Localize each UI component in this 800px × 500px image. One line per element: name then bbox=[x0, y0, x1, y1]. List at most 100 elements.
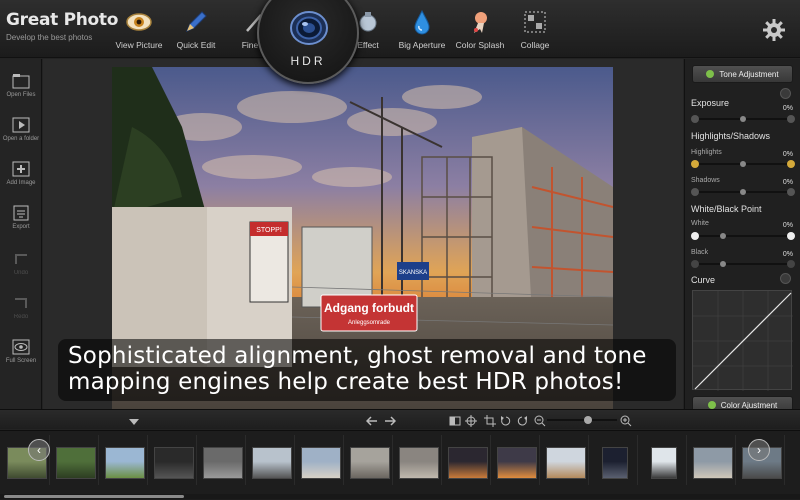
black-value: 0% bbox=[782, 251, 793, 258]
thumbnail-image bbox=[693, 447, 733, 479]
add-image-icon bbox=[12, 161, 30, 177]
highlights-label: Highlights bbox=[691, 149, 722, 156]
tool-label: Big Aperture bbox=[398, 40, 446, 50]
shadows-label: Shadows bbox=[691, 177, 720, 184]
filmstrip-scrollbar[interactable] bbox=[0, 494, 800, 499]
tool-big-aperture[interactable]: Big Aperture bbox=[390, 8, 454, 50]
filmstrip-thumbnail[interactable] bbox=[592, 435, 638, 485]
zoom-slider-knob[interactable] bbox=[584, 416, 593, 424]
chevron-left-icon: ‹ bbox=[37, 443, 41, 457]
shadows-value: 0% bbox=[782, 179, 793, 186]
shadows-slider[interactable] bbox=[691, 187, 795, 197]
app-title: Great Photo bbox=[6, 10, 119, 30]
thumbnail-image bbox=[399, 447, 439, 479]
tool-label: Quick Edit bbox=[176, 40, 216, 50]
highlights-value: 0% bbox=[782, 151, 793, 158]
thumbnail-image bbox=[105, 447, 145, 479]
top-toolbar: Great Photo Develop the best photos View… bbox=[0, 0, 800, 58]
filmstrip-thumbnail[interactable] bbox=[347, 435, 393, 485]
zoom-out-icon[interactable] bbox=[534, 414, 546, 427]
compare-icon[interactable] bbox=[449, 414, 461, 426]
filmstrip-thumbnail[interactable] bbox=[445, 435, 491, 485]
scrollbar-thumb[interactable] bbox=[4, 495, 184, 498]
filmstrip-thumbnail[interactable] bbox=[102, 435, 148, 485]
reset-icon[interactable] bbox=[780, 88, 791, 99]
filmstrip-thumbnail[interactable] bbox=[151, 435, 197, 485]
eye-icon bbox=[12, 339, 30, 355]
button-label: Tone Adjustment bbox=[719, 69, 779, 79]
sign-anleggsomrade: Anleggsomrade bbox=[348, 320, 391, 326]
sidebar-item-open-files[interactable]: Open Files bbox=[0, 73, 42, 98]
adjustment-panel: Tone Adjustment Exposure 0% Highlights/S… bbox=[684, 59, 800, 414]
camera-lens-icon bbox=[289, 10, 329, 46]
move-icon[interactable] bbox=[465, 414, 477, 427]
black-slider[interactable] bbox=[691, 259, 795, 269]
black-label: Black bbox=[691, 249, 709, 256]
zoom-in-icon[interactable] bbox=[620, 414, 632, 427]
filmstrip-thumbnail[interactable] bbox=[298, 435, 344, 485]
left-sidebar: Open Files Open a folder Add Image Expor… bbox=[0, 59, 42, 409]
tone-curve-editor[interactable] bbox=[692, 290, 793, 391]
filmstrip-thumbnail[interactable] bbox=[690, 435, 736, 485]
eye-icon bbox=[125, 8, 153, 36]
slider-knob[interactable] bbox=[740, 116, 746, 122]
filmstrip-thumbnail[interactable] bbox=[396, 435, 442, 485]
exposure-heading: Exposure bbox=[691, 98, 730, 108]
scroll-right-button[interactable]: › bbox=[748, 439, 770, 461]
tool-quick-edit[interactable]: Quick Edit bbox=[164, 8, 228, 50]
filmstrip-thumbnail[interactable] bbox=[200, 435, 246, 485]
sidebar-item-label: Full Screen bbox=[5, 358, 37, 364]
slider-knob[interactable] bbox=[740, 161, 746, 167]
sidebar-item-export[interactable]: Export bbox=[0, 205, 42, 230]
play-folder-icon bbox=[12, 117, 30, 133]
scroll-left-button[interactable]: ‹ bbox=[28, 439, 50, 461]
export-icon bbox=[12, 205, 30, 221]
white-black-heading: White/Black Point bbox=[691, 204, 762, 214]
white-value: 0% bbox=[782, 222, 793, 229]
sidebar-item-undo[interactable]: Undo bbox=[0, 251, 42, 276]
app-window: Great Photo Develop the best photos View… bbox=[0, 0, 800, 500]
white-slider[interactable] bbox=[691, 231, 795, 241]
sidebar-item-add-image[interactable]: Add Image bbox=[0, 161, 42, 186]
slider-knob[interactable] bbox=[719, 233, 726, 239]
tool-label: Collage bbox=[520, 40, 550, 50]
highlights-shadows-heading: Highlights/Shadows bbox=[691, 131, 771, 141]
slider-knob[interactable] bbox=[740, 189, 746, 195]
dropdown-arrow-icon[interactable] bbox=[128, 414, 140, 426]
sidebar-item-full-screen[interactable]: Full Screen bbox=[0, 339, 42, 364]
tool-label: View Picture bbox=[115, 40, 163, 50]
highlights-slider[interactable] bbox=[691, 159, 795, 169]
view-controls bbox=[0, 409, 800, 429]
sidebar-item-redo[interactable]: Redo bbox=[0, 295, 42, 320]
rotate-cw-icon[interactable] bbox=[516, 414, 528, 426]
app-subtitle: Develop the best photos bbox=[6, 33, 93, 42]
arrow-left-icon[interactable] bbox=[365, 414, 378, 426]
filmstrip-thumbnail[interactable] bbox=[543, 435, 589, 485]
thumbnail-image bbox=[448, 447, 488, 479]
filmstrip-thumbnail[interactable] bbox=[53, 435, 99, 485]
crop-icon[interactable] bbox=[484, 414, 496, 427]
sign-adgang: Adgang forbudt bbox=[324, 301, 414, 315]
thumbnail-image bbox=[497, 447, 537, 479]
collage-icon bbox=[521, 8, 549, 36]
sidebar-item-label: Add Image bbox=[6, 180, 36, 186]
leaf-icon bbox=[706, 70, 715, 78]
filmstrip-thumbnail[interactable] bbox=[494, 435, 540, 485]
arrow-right-icon[interactable] bbox=[384, 414, 397, 426]
sidebar-item-label: Open a folder bbox=[2, 136, 40, 142]
tone-adjustment-button[interactable]: Tone Adjustment bbox=[692, 65, 793, 83]
tool-view-picture[interactable]: View Picture bbox=[107, 8, 171, 50]
filmstrip-thumbnail[interactable] bbox=[641, 435, 687, 485]
sidebar-item-label: Redo bbox=[13, 314, 29, 320]
rotate-ccw-icon[interactable] bbox=[500, 414, 512, 426]
zoom-slider[interactable] bbox=[547, 416, 617, 424]
filmstrip-thumbnail[interactable] bbox=[249, 435, 295, 485]
exposure-slider[interactable] bbox=[691, 114, 795, 124]
sidebar-item-label: Open Files bbox=[6, 92, 36, 98]
tool-collage[interactable]: Collage bbox=[503, 8, 567, 50]
slider-knob[interactable] bbox=[719, 261, 726, 267]
reset-icon[interactable] bbox=[780, 273, 791, 284]
gear-icon[interactable] bbox=[762, 18, 786, 42]
sidebar-item-open-folder[interactable]: Open a folder bbox=[0, 117, 42, 142]
thumbnail-image bbox=[602, 447, 628, 479]
